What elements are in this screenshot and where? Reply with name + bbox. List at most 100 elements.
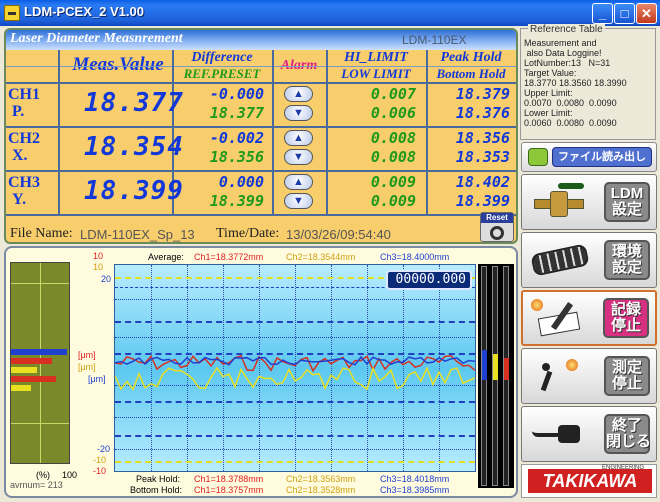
- minimize-button[interactable]: _: [592, 3, 613, 24]
- app-icon: [4, 5, 20, 21]
- difference-header: Difference: [191, 50, 253, 65]
- ch3-low-limit: 0.009: [370, 192, 416, 210]
- measure-stop-button[interactable]: 測定 停止: [521, 348, 657, 404]
- ch1-difference: -0.000: [209, 85, 264, 103]
- ch3-label: CH3: [8, 174, 40, 191]
- ch2-hi-limit: 0.008: [370, 129, 416, 147]
- close-button[interactable]: ✕: [636, 3, 657, 24]
- file-name-label: File Name:: [10, 226, 73, 241]
- header-divider: [6, 66, 516, 67]
- level-bars: [478, 264, 514, 488]
- ch1-meas-value: 18.377: [84, 88, 184, 118]
- col-divider: [272, 50, 274, 216]
- average-ch2: Ch2=18.3544mm: [286, 252, 356, 262]
- file-name-value: LDM-110EX_Sp_13: [80, 227, 195, 242]
- runner-icon: [528, 357, 590, 395]
- ch3-alarm-down-icon[interactable]: ▼: [284, 193, 313, 209]
- env-setting-button[interactable]: 環境 設定: [521, 232, 657, 288]
- row-divider: [6, 170, 516, 172]
- pct-label: (%): [36, 470, 50, 480]
- time-date-label: Time/Date:: [216, 226, 280, 241]
- histogram-bar: [11, 349, 68, 355]
- meas-value-header: Meas.Value: [72, 54, 164, 75]
- logo-sub: ENGINEERING: [602, 465, 645, 471]
- reference-table-text: Measurement and also Data Loggine! LotNu…: [524, 38, 627, 128]
- unit-ch2: [μm]: [78, 362, 96, 372]
- valve-icon: [528, 183, 590, 221]
- takikawa-logo: TAKIKAWA ENGINEERING: [521, 464, 657, 498]
- ch2-label: CH2: [8, 130, 40, 147]
- ch3-difference: 0.000: [218, 173, 264, 191]
- bottom-hold-label: Bottom Hold:: [130, 485, 183, 495]
- exit-button[interactable]: 終了 閉じる: [521, 406, 657, 462]
- col-divider: [426, 50, 428, 216]
- unit-ch1: [μm]: [78, 350, 96, 360]
- trend-lines: [115, 354, 475, 391]
- low-limit-header: LOW LIMIT: [341, 66, 411, 81]
- col-divider: [326, 50, 328, 216]
- reset-icon: [490, 226, 504, 240]
- file-read-icon: [528, 148, 548, 166]
- ch2-bottom-hold: 18.353: [455, 148, 510, 166]
- plug-icon: [528, 415, 590, 453]
- measure-stop-label: 測定 停止: [604, 356, 650, 396]
- reference-table-title: Reference Table: [528, 24, 605, 35]
- ch3-bottom-hold: 18.399: [455, 192, 510, 210]
- device-model: LDM-110EX: [402, 33, 467, 47]
- file-read-button[interactable]: ファイル読み出し: [521, 142, 657, 172]
- ch1-peak-hold: 18.379: [455, 85, 510, 103]
- ch3-meas-value: 18.399: [84, 176, 184, 206]
- ch1-low-limit: 0.006: [370, 104, 416, 122]
- ch1-alarm-down-icon[interactable]: ▼: [284, 105, 313, 121]
- y-bot-ch3: -20: [97, 444, 111, 454]
- keyboard-icon: [528, 241, 590, 279]
- ch1-label: CH1: [8, 86, 40, 103]
- ldm-setting-label: LDM 設定: [604, 182, 650, 222]
- exit-label: 終了 閉じる: [604, 414, 651, 454]
- ch1-axis: P.: [12, 103, 25, 120]
- unit-ch3: [μm]: [88, 374, 106, 384]
- ch1-hi-limit: 0.007: [370, 85, 416, 103]
- y-top-ch2: 10: [93, 262, 104, 272]
- bottom-hold-header: Bottom Hold: [436, 66, 506, 81]
- ch2-peak-hold: 18.356: [455, 129, 510, 147]
- env-setting-label: 環境 設定: [604, 240, 650, 280]
- ch2-ref-preset: 18.356: [209, 148, 264, 166]
- ch1-alarm-up-icon[interactable]: ▲: [284, 86, 313, 102]
- ch2-meas-value: 18.354: [84, 132, 184, 162]
- y-bot-ch2: -10: [93, 455, 107, 465]
- histogram-bar: [11, 367, 38, 373]
- ch2-alarm-down-icon[interactable]: ▼: [284, 149, 313, 165]
- ch2-trend-line: [115, 366, 475, 391]
- peak-ch3: Ch3=18.4018mm: [380, 474, 450, 484]
- average-label: Average:: [148, 252, 184, 262]
- ch2-difference: -0.002: [209, 129, 264, 147]
- logo-text: TAKIKAWA: [528, 469, 652, 493]
- measurement-panel: Laser Diameter Measnrement LDM-110EX Mea…: [4, 28, 518, 244]
- ch3-alarm-up-icon[interactable]: ▲: [284, 174, 313, 190]
- reset-button[interactable]: Reset: [480, 212, 514, 242]
- record-stop-button[interactable]: 記録 停止: [521, 290, 657, 346]
- col-divider: [58, 50, 60, 216]
- file-read-label: ファイル読み出し: [552, 147, 652, 167]
- row-divider: [6, 82, 516, 84]
- histogram-panel: [10, 262, 70, 464]
- y-top-ch1: 10: [93, 251, 104, 261]
- trend-plot: [114, 264, 476, 472]
- row-divider: [6, 214, 516, 216]
- bottom-ch2: Ch2=18.3528mm: [286, 485, 356, 495]
- counter-display: 00000.000: [386, 270, 472, 290]
- hi-limit-header: HI_LIMIT: [344, 50, 408, 65]
- quill-icon: [529, 299, 591, 337]
- ch2-axis: X.: [12, 147, 28, 164]
- avrnum: avrnum= 213: [10, 480, 63, 490]
- ch2-alarm-up-icon[interactable]: ▲: [284, 130, 313, 146]
- record-stop-label: 記録 停止: [603, 298, 649, 338]
- ldm-setting-button[interactable]: LDM 設定: [521, 174, 657, 230]
- ch3-ref-preset: 18.399: [209, 192, 264, 210]
- ch2-low-limit: 0.008: [370, 148, 416, 166]
- ref-preset-header: REF.PRESET: [183, 66, 261, 81]
- reset-label: Reset: [481, 213, 513, 223]
- maximize-button[interactable]: □: [614, 3, 635, 24]
- y-top-ch3: 20: [101, 274, 112, 284]
